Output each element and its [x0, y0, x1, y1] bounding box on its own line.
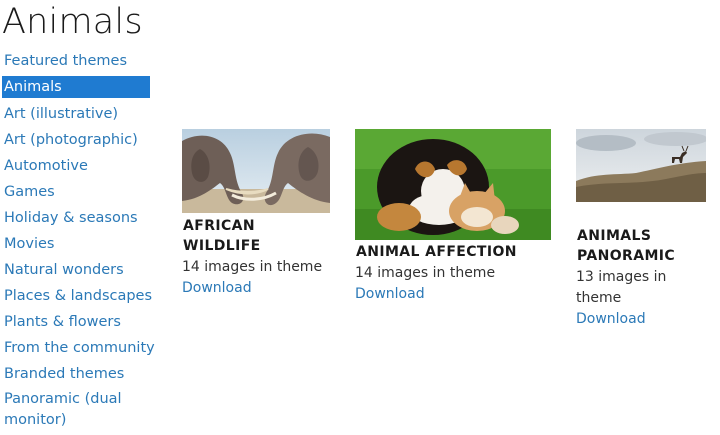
african-wildlife-thumbnail[interactable]: [182, 129, 330, 213]
themes-page: Animals Featured themes Animals Art (ill…: [0, 0, 720, 435]
african-wildlife-count: 14 images in theme: [182, 259, 323, 275]
sidebar-item-panoramic-dual-monitor[interactable]: Panoramic (dual monitor): [0, 387, 134, 431]
animal-affection-thumbnail[interactable]: [355, 129, 551, 240]
african-wildlife-download-link[interactable]: Download: [182, 278, 332, 299]
sidebar-item-plants-flowers[interactable]: Plants & flowers: [0, 309, 152, 335]
sidebar-item-natural-wonders[interactable]: Natural wonders: [0, 257, 152, 283]
page-title: Animals: [2, 2, 143, 42]
sidebar-item-movies[interactable]: Movies: [0, 231, 152, 257]
deer-on-cliff-panorama-photo: [576, 129, 706, 202]
animals-panoramic-thumbnail[interactable]: [576, 129, 706, 202]
sidebar-item-automotive[interactable]: Automotive: [0, 153, 152, 179]
animal-affection-download-link[interactable]: Download: [355, 284, 555, 305]
african-wildlife-title: AFRICAN WILDLIFE: [183, 218, 261, 254]
sidebar-item-art-illustrative[interactable]: Art (illustrative): [0, 101, 152, 127]
animals-panoramic-download-link[interactable]: Download: [576, 309, 708, 330]
animals-panoramic-title: ANIMALS PANORAMIC: [577, 228, 676, 264]
animals-panoramic-count: 13 images in theme: [576, 269, 667, 306]
sidebar-item-art-photographic[interactable]: Art (photographic): [0, 127, 152, 153]
sidebar-item-games[interactable]: Games: [0, 179, 152, 205]
theme-card-animals-panoramic: ANIMALS PANORAMIC 13 images in theme Dow…: [576, 129, 708, 330]
theme-card-african-wildlife: AFRICAN WILDLIFE 14 images in theme Down…: [182, 129, 332, 299]
sidebar-item-from-the-community[interactable]: From the community: [0, 335, 155, 361]
elephants-photo: [182, 129, 330, 213]
puppy-and-kitten-photo: [355, 129, 551, 240]
sidebar-item-branded-themes[interactable]: Branded themes: [0, 361, 152, 387]
sidebar-item-featured-themes[interactable]: Featured themes: [0, 48, 152, 74]
animal-affection-count: 14 images in theme: [355, 265, 496, 281]
animal-affection-title: ANIMAL AFFECTION: [356, 244, 517, 260]
sidebar-item-places-landscapes[interactable]: Places & landscapes: [0, 283, 152, 309]
sidebar-item-holiday-seasons[interactable]: Holiday & seasons: [0, 205, 152, 231]
category-sidebar: Featured themes Animals Art (illustrativ…: [0, 48, 155, 431]
theme-card-animal-affection: ANIMAL AFFECTION 14 images in theme Down…: [355, 129, 555, 305]
sidebar-item-animals[interactable]: Animals: [2, 76, 150, 98]
